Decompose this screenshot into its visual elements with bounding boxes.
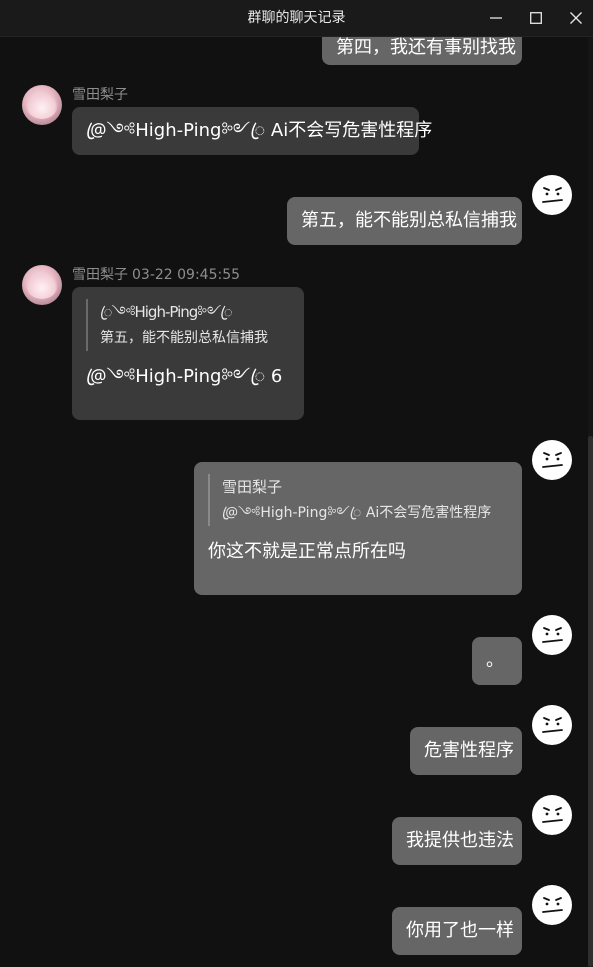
quoted-message[interactable]: 雪田梨子 @ꦿ༺High-Ping༻ꦿ Ai不会写危害性程序 bbox=[208, 474, 508, 526]
close-icon bbox=[570, 12, 582, 24]
quoted-text: 第五，能不能别总私信捕我 bbox=[100, 330, 268, 346]
message-time: 03-22 09:45:55 bbox=[132, 267, 241, 283]
message-bubble[interactable]: 危害性程序 bbox=[410, 727, 522, 775]
title-bar: 群聊的聊天记录 bbox=[0, 0, 593, 37]
avatar[interactable] bbox=[532, 795, 572, 835]
neutral-face-icon bbox=[542, 187, 563, 203]
neutral-face-icon bbox=[542, 807, 563, 823]
message-text: 危害性程序 bbox=[424, 740, 514, 761]
maximize-button[interactable] bbox=[516, 0, 556, 36]
avatar[interactable] bbox=[22, 265, 62, 305]
sender-name: 雪田梨子 03-22 09:45:55 bbox=[72, 267, 241, 283]
message-text: 你这不就是正常点所在吗 bbox=[208, 541, 406, 562]
avatar[interactable] bbox=[532, 705, 572, 745]
maximize-icon bbox=[530, 12, 542, 24]
avatar[interactable] bbox=[22, 85, 62, 125]
minimize-button[interactable] bbox=[476, 0, 516, 36]
message-bubble[interactable]: ꦿ༺High-Ping༻ꦿ 第五，能不能别总私信捕我 @ꦿ༺High-Ping༻… bbox=[72, 287, 304, 420]
avatar[interactable] bbox=[532, 175, 572, 215]
neutral-face-icon bbox=[542, 452, 563, 468]
neutral-face-icon bbox=[542, 897, 563, 913]
message-bubble[interactable]: 第五，能不能别总私信捕我 bbox=[287, 197, 522, 245]
quoted-sender: ꦿ༺High-Ping༻ꦿ bbox=[100, 303, 233, 321]
message-bubble[interactable]: 我提供也违法 bbox=[392, 817, 522, 865]
message-text: 你用了也一样 bbox=[406, 920, 514, 941]
message-bubble[interactable]: @ꦿ༺High-Ping༻ꦿ Ai不会写危害性程序 bbox=[72, 107, 432, 155]
minimize-icon bbox=[490, 17, 502, 19]
message-text: 。 bbox=[486, 650, 504, 671]
avatar[interactable] bbox=[532, 615, 572, 655]
chat-history[interactable]: 第四，我还有事别找我 雪田梨子 @ꦿ༺High-Ping༻ꦿ Ai不会写危害性程… bbox=[0, 37, 588, 967]
message-text: 第五，能不能别总私信捕我 bbox=[301, 210, 517, 231]
quoted-sender: 雪田梨子 bbox=[222, 478, 283, 496]
message-text: @ꦿ༺High-Ping༻ꦿ Ai不会写危害性程序 bbox=[86, 120, 433, 141]
close-button[interactable] bbox=[556, 0, 593, 36]
avatar[interactable] bbox=[532, 885, 572, 925]
sender-name: 雪田梨子 bbox=[72, 87, 128, 103]
message-text: 我提供也违法 bbox=[406, 830, 514, 851]
neutral-face-icon bbox=[542, 717, 563, 733]
scrollbar-thumb[interactable] bbox=[588, 436, 593, 967]
avatar[interactable] bbox=[532, 440, 572, 480]
quoted-message[interactable]: ꦿ༺High-Ping༻ꦿ 第五，能不能别总私信捕我 bbox=[86, 299, 290, 351]
message-bubble[interactable]: 第四，我还有事别找我 bbox=[322, 37, 522, 65]
neutral-face-icon bbox=[542, 627, 563, 643]
message-bubble[interactable]: 。 bbox=[472, 637, 522, 685]
message-text: @ꦿ༺High-Ping༻ꦿ 6 bbox=[86, 366, 283, 387]
message-bubble[interactable]: 雪田梨子 @ꦿ༺High-Ping༻ꦿ Ai不会写危害性程序 你这不就是正常点所… bbox=[194, 462, 522, 595]
message-bubble[interactable]: 你用了也一样 bbox=[392, 907, 522, 955]
quoted-text: @ꦿ༺High-Ping༻ꦿ Ai不会写危害性程序 bbox=[222, 505, 492, 521]
message-text: 第四，我还有事别找我 bbox=[336, 37, 516, 58]
